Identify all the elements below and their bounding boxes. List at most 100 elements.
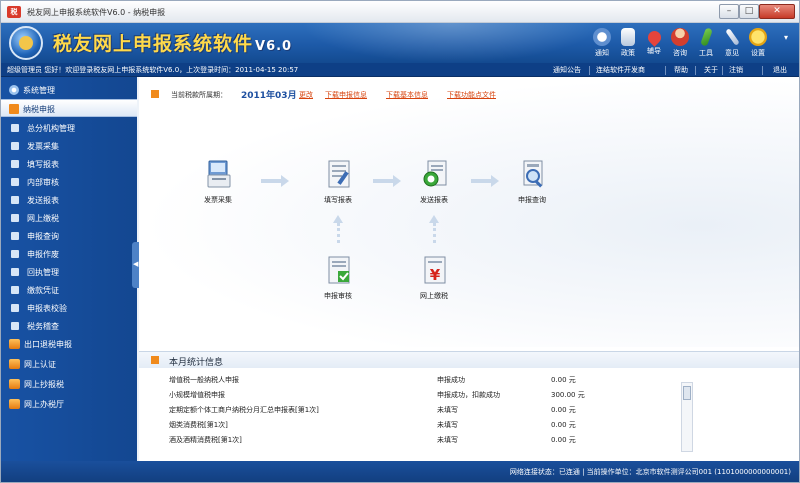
title-bar: 税 税友网上申报系统软件V6.0 - 纳税申报 – □ ✕ (1, 1, 799, 23)
sidebar-item-declaration-void[interactable]: 申报作废 (1, 245, 137, 263)
stats-row: 增值税一般纳税人申报 申报成功 0.00 元 (169, 376, 576, 384)
bullet-icon (11, 142, 19, 150)
change-period-link[interactable]: 更改 (299, 90, 313, 100)
flow-arrow (333, 215, 343, 243)
app-name: 税友网上申报系统软件 V6.0 (53, 33, 293, 55)
form-pencil-icon (328, 160, 350, 188)
sidebar-item-branch-management[interactable]: 总分机构管理 (1, 119, 137, 137)
sidebar-item-system-management[interactable]: 系统管理 (1, 81, 137, 99)
stats-row: 烟类消费税[第1次] 未填写 0.00 元 (169, 421, 576, 429)
stats-row: 小规模增值税申报 申报成功，扣款成功 300.00 元 (169, 391, 585, 399)
tax-period-value: 2011年03月 (241, 91, 297, 101)
sidebar-item-payment-voucher[interactable]: 缴款凭证 (1, 281, 137, 299)
app-version: V6.0 (255, 39, 293, 54)
bullet-icon (11, 232, 19, 240)
banner-decoration (301, 23, 601, 63)
tax-period-label: 当前税款所属期： (171, 91, 227, 99)
main-content: 当前税款所属期： 2011年03月 更改 下载申报信息 下载基本信息 下载功能点… (139, 77, 799, 461)
bee-icon (749, 28, 767, 46)
folder-icon (9, 339, 20, 349)
guidance-tool-button[interactable]: 辅导 (641, 26, 667, 60)
sidebar-item-online-payment[interactable]: 网上缴税 (1, 209, 137, 227)
minimize-button[interactable]: – (719, 4, 739, 19)
bullet-icon (11, 178, 19, 186)
calendar-icon (151, 90, 159, 98)
tax-emblem-icon (9, 26, 43, 60)
more-tools-icon[interactable]: ▾ (779, 33, 793, 53)
folder-icon (9, 359, 20, 369)
sidebar-item-declaration-query[interactable]: 申报查询 (1, 227, 137, 245)
about-link[interactable]: 关于 (704, 65, 718, 75)
bullet-icon (11, 322, 19, 330)
form-check-icon (328, 256, 350, 284)
magnifier-icon (523, 160, 543, 188)
monthly-stats-title: 本月统计信息 (169, 358, 224, 368)
fill-forms-step[interactable]: 填写报表 (303, 159, 373, 219)
bullet-icon (11, 196, 19, 204)
download-basic-info-link[interactable]: 下载基本信息 (386, 90, 428, 100)
user-status-bar: 超级管理员 您好！欢迎登录税友网上申报系统软件V6.0，上次登录时间：2011-… (1, 63, 799, 77)
declaration-query-step[interactable]: 申报查询 (497, 159, 567, 219)
yuan-icon: ¥ (424, 256, 446, 284)
sidebar-item-online-certification[interactable]: 网上认证 (1, 355, 137, 373)
sidebar-item-tax-inspection[interactable]: 税务稽查 (1, 317, 137, 335)
feedback-tool-button[interactable]: 意见 (719, 26, 745, 60)
sidebar-item-online-copy-tax[interactable]: 网上抄报税 (1, 375, 137, 393)
connection-status: 网络连接状态：已连通 | 当前操作单位：北京市软件测评公司001 (110100… (509, 468, 791, 476)
online-payment-step[interactable]: ¥ 网上缴税 (399, 255, 469, 315)
folder-icon (9, 104, 19, 114)
flow-arrow (429, 215, 439, 243)
sidebar-item-export-rebate[interactable]: 出口退税申报 (1, 335, 137, 353)
monthly-stats-panel: 本月统计信息 增值税一般纳税人申报 申报成功 0.00 元 小规模增值税申报 申… (139, 351, 799, 461)
scrollbar-thumb[interactable] (683, 386, 691, 400)
download-function-file-link[interactable]: 下载功能点文件 (447, 90, 496, 100)
folder-icon (9, 399, 20, 409)
sidebar: 系统管理 纳税申报 总分机构管理 发票采集 填写报表 内部审核 发送报表 网上缴… (1, 77, 137, 461)
notices-link[interactable]: 通知公告 (553, 65, 581, 75)
close-button[interactable]: ✕ (759, 4, 795, 19)
stats-row: 酒及酒精消费税[第1次] 未填写 0.00 元 (169, 436, 576, 444)
exit-link[interactable]: 退出 (773, 65, 787, 75)
bottom-status-bar: 网络连接状态：已连通 | 当前操作单位：北京市软件测评公司001 (110100… (1, 461, 799, 482)
sidebar-item-form-validation[interactable]: 申报表校验 (1, 299, 137, 317)
chevron-left-icon: ◀ (133, 260, 139, 268)
svg-text:¥: ¥ (430, 266, 441, 284)
send-refresh-icon (423, 160, 447, 187)
settings-tool-button[interactable]: 设置 (745, 26, 771, 60)
sidebar-item-tax-declaration[interactable]: 纳税申报 (1, 99, 137, 117)
sidebar-item-online-tax-hall[interactable]: 网上办税厅 (1, 395, 137, 413)
sidebar-item-receipt-management[interactable]: 回执管理 (1, 263, 137, 281)
maximize-button[interactable]: □ (739, 4, 759, 19)
sidebar-item-send-forms[interactable]: 发送报表 (1, 191, 137, 209)
policy-tool-button[interactable]: 政策 (615, 26, 641, 60)
developer-link[interactable]: 连结软件开发商 (596, 65, 645, 75)
pen-icon (724, 28, 740, 46)
bell-icon (593, 28, 611, 46)
download-declaration-info-link[interactable]: 下载申报信息 (325, 90, 367, 100)
window-title: 税友网上申报系统软件V6.0 - 纳税申报 (27, 8, 166, 17)
sidebar-item-invoice-collection[interactable]: 发票采集 (1, 137, 137, 155)
app-icon: 税 (7, 6, 21, 18)
utility-tool-button[interactable]: 工具 (693, 26, 719, 60)
folder-icon (9, 379, 20, 389)
bullet-icon (11, 268, 19, 276)
heart-icon (644, 28, 664, 47)
bullet-icon (11, 304, 19, 312)
stats-scrollbar[interactable] (681, 382, 693, 452)
sidebar-collapse-handle[interactable]: ◀ (132, 242, 139, 288)
sidebar-item-fill-forms[interactable]: 填写报表 (1, 155, 137, 173)
wrench-icon (699, 27, 713, 47)
bullet-icon (11, 160, 19, 168)
notice-tool-button[interactable]: 通知 (589, 26, 615, 60)
monthly-stats-header: 本月统计信息 (139, 352, 799, 368)
invoice-collection-step[interactable]: 发票采集 (183, 159, 253, 219)
declaration-audit-step[interactable]: 申报审核 (303, 255, 373, 315)
help-link[interactable]: 帮助 (674, 65, 688, 75)
consult-tool-button[interactable]: 咨询 (667, 26, 693, 60)
flow-arrow (261, 175, 289, 187)
sidebar-item-internal-audit[interactable]: 内部审核 (1, 173, 137, 191)
logout-link[interactable]: 注销 (729, 65, 743, 75)
send-forms-step[interactable]: 发送报表 (399, 159, 469, 219)
welcome-message: 超级管理员 您好！欢迎登录税友网上申报系统软件V6.0，上次登录时间：2011-… (7, 66, 299, 74)
flow-arrow (471, 175, 499, 187)
